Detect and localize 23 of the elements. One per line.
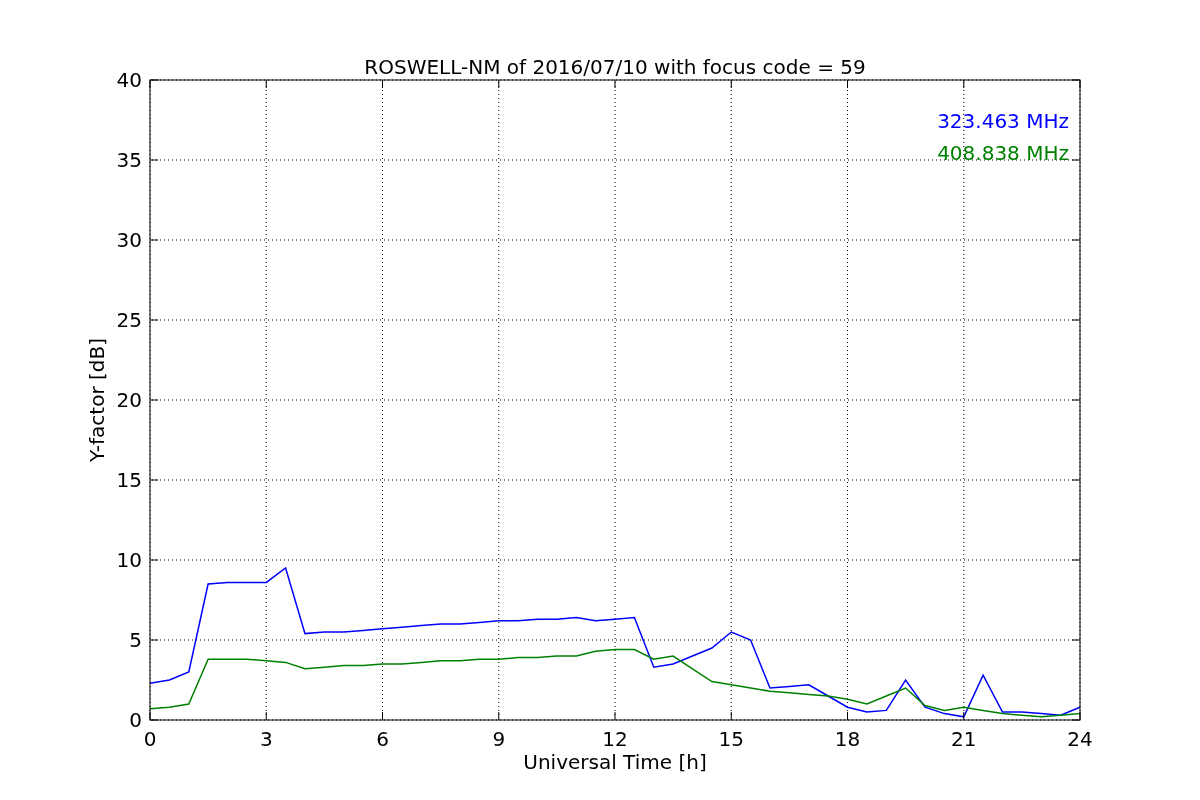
tick-label: 30 [116,228,142,252]
tick-label: 21 [951,727,977,751]
tick-label: 6 [376,727,389,751]
tick-label: 15 [718,727,744,751]
y-axis-label: Y-factor [dB] [85,338,109,462]
legend-label: 323.463 MHz [937,109,1069,133]
tick-label: 10 [116,548,142,572]
tick-label: 25 [116,308,142,332]
tick-label: 3 [259,727,273,751]
tick-label: 35 [116,148,142,172]
tick-label: 0 [129,708,142,732]
tick-label: 24 [1067,727,1093,751]
tick-label: 12 [602,727,628,751]
tick-label: 15 [116,468,142,492]
tick-label: 20 [116,388,142,412]
tick-label: 0 [143,727,157,751]
tick-label: 9 [492,727,506,751]
legend-label: 408.838 MHz [937,141,1069,165]
tick-label: 5 [129,628,142,652]
x-axis-label: Universal Time [h] [523,750,707,774]
tick-label: 40 [116,68,142,92]
chart-title: ROSWELL-NM of 2016/07/10 with focus code = 59 [364,55,866,79]
tick-label: 18 [834,727,861,751]
